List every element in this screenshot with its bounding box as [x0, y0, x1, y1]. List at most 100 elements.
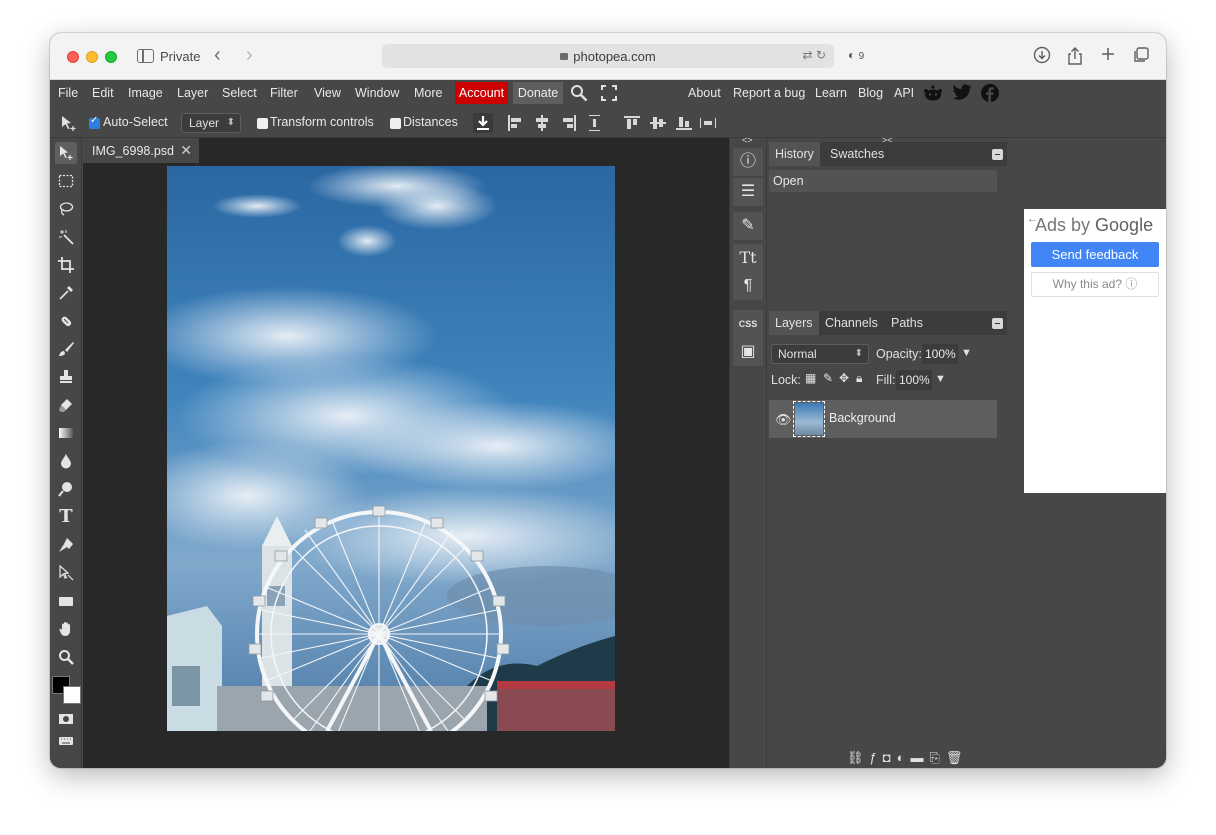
fill-input[interactable]: 100%: [896, 370, 932, 390]
clone-stamp-tool-icon[interactable]: [55, 366, 77, 388]
align-left-icon[interactable]: [507, 115, 523, 131]
opacity-input[interactable]: 100%: [922, 344, 958, 364]
send-feedback-button[interactable]: Send feedback: [1031, 242, 1159, 267]
download-icon[interactable]: [473, 113, 493, 133]
eraser-tool-icon[interactable]: [55, 394, 77, 416]
search-icon[interactable]: [570, 84, 588, 102]
info-panel-icon[interactable]: ⓘ: [733, 148, 763, 176]
distribute-h-icon[interactable]: [587, 115, 603, 131]
account-button[interactable]: Account: [455, 82, 508, 104]
document-canvas[interactable]: [167, 166, 615, 731]
menu-select[interactable]: Select: [222, 86, 257, 100]
rectangle-tool-icon[interactable]: [55, 590, 77, 612]
menu-window[interactable]: Window: [355, 86, 399, 100]
history-panel-menu-icon[interactable]: [992, 149, 1003, 160]
zoom-tool-icon[interactable]: [55, 646, 77, 668]
align-top-icon[interactable]: [624, 115, 640, 131]
menu-more[interactable]: More: [414, 86, 442, 100]
menu-filter[interactable]: Filter: [270, 86, 298, 100]
link-about[interactable]: About: [688, 86, 721, 100]
magic-wand-tool-icon[interactable]: [55, 226, 77, 248]
lock-position-icon[interactable]: ✥: [839, 371, 849, 385]
move-tool-icon[interactable]: [55, 142, 77, 164]
delete-layer-icon[interactable]: 🗑︎: [946, 750, 969, 765]
history-item[interactable]: Open: [769, 170, 997, 192]
tab-layers[interactable]: Layers: [769, 311, 819, 335]
crop-tool-icon[interactable]: [55, 254, 77, 276]
donate-button[interactable]: Donate: [513, 82, 563, 104]
brush-panel-icon[interactable]: ✎: [733, 212, 763, 240]
document-tab[interactable]: IMG_6998.psd ✕: [83, 138, 199, 163]
why-this-ad-button[interactable]: Why this ad? ⓘ: [1031, 272, 1159, 297]
forward-button[interactable]: ›: [246, 44, 253, 66]
type-tool-icon[interactable]: T: [55, 506, 77, 528]
lock-transparency-icon[interactable]: ▦: [805, 371, 816, 385]
image-panel-icon[interactable]: ▣: [733, 338, 763, 366]
menu-view[interactable]: View: [314, 86, 341, 100]
distances-checkbox[interactable]: [390, 118, 401, 129]
menu-image[interactable]: Image: [128, 86, 163, 100]
tab-swatches[interactable]: Swatches: [824, 142, 890, 166]
link-report-bug[interactable]: Report a bug: [733, 86, 805, 100]
align-center-h-icon[interactable]: [534, 115, 550, 131]
opacity-dropdown-icon[interactable]: ▼: [961, 347, 972, 359]
twitter-icon[interactable]: [953, 84, 972, 102]
link-layers-icon[interactable]: ⛓: [847, 750, 870, 765]
menu-edit[interactable]: Edit: [92, 86, 114, 100]
menu-layer[interactable]: Layer: [177, 86, 208, 100]
paragraph-panel-icon[interactable]: ¶: [733, 272, 763, 300]
tab-overview-icon[interactable]: [1131, 46, 1151, 66]
brush-tool-icon[interactable]: [55, 338, 77, 360]
eyedropper-tool-icon[interactable]: [55, 282, 77, 304]
tab-channels[interactable]: Channels: [819, 311, 884, 335]
close-document-icon[interactable]: ✕: [180, 142, 192, 159]
link-api[interactable]: API: [894, 86, 914, 100]
new-folder-icon[interactable]: ▬: [910, 750, 929, 765]
transform-controls-checkbox[interactable]: [257, 118, 268, 129]
minimize-window-button[interactable]: [86, 51, 98, 63]
adjustments-panel-icon[interactable]: ☰: [733, 178, 763, 206]
lasso-tool-icon[interactable]: [55, 198, 77, 220]
collapse-left-icon[interactable]: <>: [742, 135, 753, 145]
lock-all-icon[interactable]: 🔒︎: [856, 371, 862, 386]
hand-tool-icon[interactable]: [55, 618, 77, 640]
lock-pixels-icon[interactable]: ✎: [823, 371, 833, 385]
css-panel-icon[interactable]: CSS: [733, 310, 763, 338]
share-icon[interactable]: [1065, 46, 1085, 66]
back-button[interactable]: ‹: [214, 44, 221, 66]
move-tool-preset-icon[interactable]: [56, 111, 78, 133]
layer-row[interactable]: 👁︎ Background: [769, 400, 997, 438]
quick-mask-icon[interactable]: [55, 708, 77, 730]
marquee-tool-icon[interactable]: [55, 170, 77, 192]
keyboard-icon[interactable]: [55, 730, 77, 752]
close-window-button[interactable]: [67, 51, 79, 63]
link-blog[interactable]: Blog: [858, 86, 883, 100]
blend-mode-select[interactable]: Normal: [771, 344, 869, 364]
healing-brush-tool-icon[interactable]: [55, 310, 77, 332]
visibility-eye-icon[interactable]: 👁︎: [775, 412, 792, 428]
tab-paths[interactable]: Paths: [885, 311, 929, 335]
background-color-swatch[interactable]: [63, 686, 81, 704]
character-panel-icon[interactable]: Tt: [733, 244, 763, 272]
align-middle-v-icon[interactable]: [650, 115, 666, 131]
distribute-v-icon[interactable]: [700, 115, 716, 131]
adjustment-layer-icon[interactable]: ◐: [897, 750, 911, 765]
zoom-window-button[interactable]: [105, 51, 117, 63]
reddit-icon[interactable]: [923, 84, 942, 102]
sidebar-toggle-icon[interactable]: [137, 49, 154, 63]
layer-mask-icon[interactable]: ◘: [883, 750, 897, 765]
fullscreen-icon[interactable]: [600, 84, 618, 102]
new-layer-icon[interactable]: ⎘: [929, 750, 945, 765]
downloads-icon[interactable]: [1032, 46, 1052, 66]
menu-file[interactable]: File: [58, 86, 78, 100]
blur-tool-icon[interactable]: [55, 450, 77, 472]
translate-icon[interactable]: ⇄: [803, 48, 813, 62]
dodge-tool-icon[interactable]: [55, 478, 77, 500]
fill-dropdown-icon[interactable]: ▼: [935, 373, 946, 385]
tab-history[interactable]: History: [769, 142, 820, 166]
facebook-icon[interactable]: [981, 84, 999, 102]
address-bar[interactable]: photopea.com ⇄ ↻: [382, 44, 834, 68]
align-right-icon[interactable]: [561, 115, 577, 131]
effects-icon[interactable]: ƒ: [870, 750, 883, 765]
layers-panel-menu-icon[interactable]: [992, 318, 1003, 329]
